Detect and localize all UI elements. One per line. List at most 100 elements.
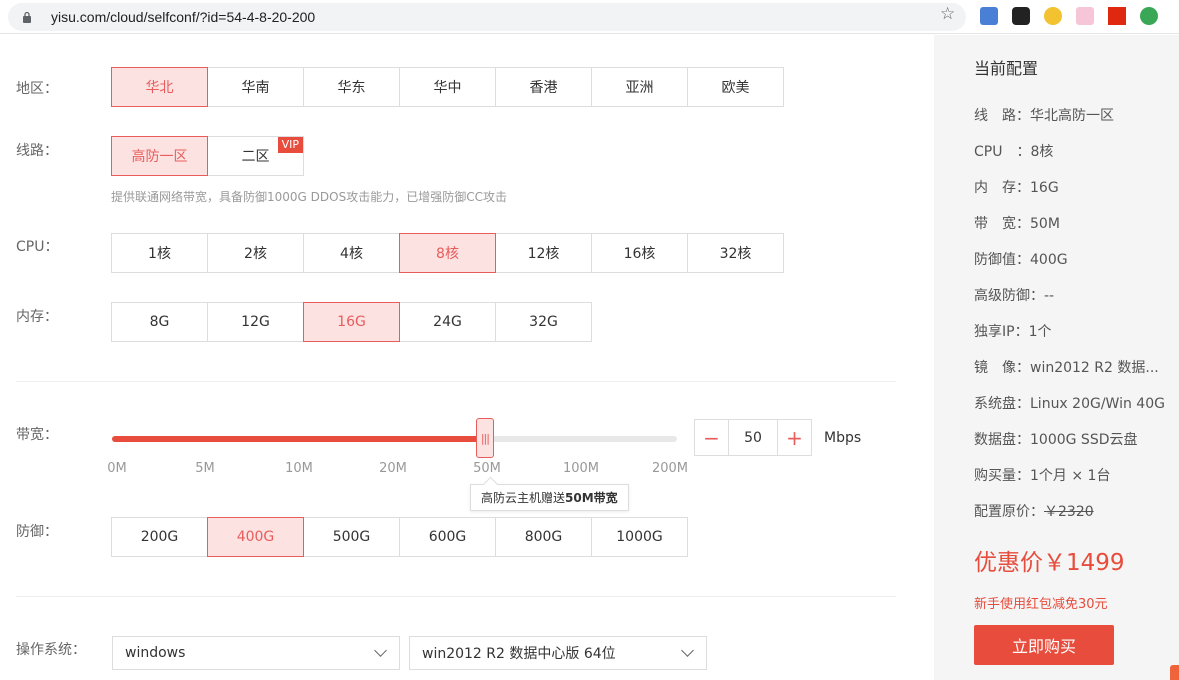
os-label: 操作系统：	[16, 642, 86, 658]
line-option-vip[interactable]: 二区 VIP	[207, 136, 304, 176]
os-type-select[interactable]: windows	[112, 636, 400, 670]
memory-option[interactable]: 24G	[399, 302, 496, 342]
grip-icon: |||	[480, 431, 490, 445]
defense-option[interactable]: 1000G	[591, 517, 688, 557]
summary-row: 线 路：华北高防一区	[974, 105, 1174, 125]
summary-row: 数据盘：1000G SSD云盘	[974, 429, 1174, 449]
region-option[interactable]: 欧美	[687, 67, 784, 107]
extension-icon[interactable]	[1044, 7, 1062, 25]
summary-value: --	[1044, 288, 1055, 304]
slider-tick: 0M	[107, 461, 127, 476]
summary-key: 带 宽：	[974, 216, 1030, 232]
region-option[interactable]: 华北	[111, 67, 208, 107]
memory-option[interactable]: 12G	[207, 302, 304, 342]
os-type-value: windows	[125, 645, 186, 661]
defense-option[interactable]: 500G	[303, 517, 400, 557]
chevron-down-icon	[681, 644, 694, 657]
slider-tick: 50M	[473, 461, 501, 476]
decrement-button[interactable]: −	[694, 419, 729, 456]
summary-row: 系统盘：Linux 20G/Win 40G	[974, 393, 1174, 413]
url-text[interactable]: yisu.com/cloud/selfconf/?id=54-4-8-20-20…	[51, 9, 315, 25]
summary-key: 镜 像：	[974, 360, 1030, 376]
defense-option[interactable]: 600G	[399, 517, 496, 557]
summary-value: Linux 20G/Win 40G	[1030, 396, 1165, 412]
summary-value: 8核	[1030, 144, 1054, 160]
os-version-select[interactable]: win2012 R2 数据中心版 64位	[409, 636, 707, 670]
cpu-option[interactable]: 1核	[111, 233, 208, 273]
summary-key: 高级防御：	[974, 288, 1044, 304]
summary-value: 400G	[1030, 252, 1068, 268]
region-option[interactable]: 亚洲	[591, 67, 688, 107]
bookmark-star-icon[interactable]: ☆	[940, 6, 955, 23]
original-price: ￥2320	[1044, 504, 1094, 520]
lock-icon	[23, 11, 31, 23]
region-options: 华北 华南 华东 华中 香港 亚洲 欧美	[111, 67, 784, 107]
summary-key: 独享IP：	[974, 324, 1029, 340]
summary-row: 防御值：400G	[974, 249, 1174, 269]
defense-options: 200G 400G 500G 600G 800G 1000G	[111, 517, 688, 557]
sale-price-label: 优惠价	[974, 550, 1043, 576]
defense-option[interactable]: 800G	[495, 517, 592, 557]
cpu-options: 1核 2核 4核 8核 12核 16核 32核	[111, 233, 784, 273]
config-form: 地区： 华北 华南 华东 华中 香港 亚洲 欧美 线路： 高防一区 二区 VIP…	[0, 35, 934, 680]
slider-tick: 200M	[651, 461, 689, 476]
divider	[16, 381, 896, 382]
bandwidth-slider-fill	[112, 436, 485, 442]
cpu-option[interactable]: 12核	[495, 233, 592, 273]
translate-extension-icon[interactable]	[980, 7, 998, 25]
address-bar[interactable]: yisu.com/cloud/selfconf/?id=54-4-8-20-20…	[8, 3, 966, 31]
line-label: 线路：	[16, 143, 58, 159]
cpu-option[interactable]: 16核	[591, 233, 688, 273]
extension-icon[interactable]	[1076, 7, 1094, 25]
defense-option[interactable]: 400G	[207, 517, 304, 557]
memory-option[interactable]: 8G	[111, 302, 208, 342]
bandwidth-value-input[interactable]: 50	[729, 419, 777, 456]
increment-button[interactable]: +	[777, 419, 812, 456]
summary-key: 线 路：	[974, 108, 1030, 124]
summary-key: 内 存：	[974, 180, 1030, 196]
slider-tick: 100M	[562, 461, 600, 476]
memory-option[interactable]: 16G	[303, 302, 400, 342]
extension-icon[interactable]	[1012, 7, 1030, 25]
cpu-option[interactable]: 32核	[687, 233, 784, 273]
sale-price: 优惠价￥1499	[974, 543, 1125, 577]
region-option[interactable]: 华中	[399, 67, 496, 107]
tooltip-bold-text: 50M带宽	[565, 491, 618, 505]
summary-key: 防御值：	[974, 252, 1030, 268]
buy-now-button[interactable]: 立即购买	[974, 625, 1114, 665]
line-option[interactable]: 高防一区	[111, 136, 208, 176]
original-price-label: 配置原价：	[974, 504, 1044, 520]
bandwidth-unit: Mbps	[824, 430, 862, 446]
vip-badge: VIP	[277, 137, 303, 153]
summary-key: 购买量：	[974, 468, 1030, 484]
summary-value: 50M	[1030, 216, 1060, 232]
cpu-option[interactable]: 2核	[207, 233, 304, 273]
slider-tick: 10M	[285, 461, 313, 476]
memory-option[interactable]: 32G	[495, 302, 592, 342]
region-option[interactable]: 华东	[303, 67, 400, 107]
summary-value: 1个	[1028, 324, 1052, 340]
memory-options: 8G 12G 16G 24G 32G	[111, 302, 592, 342]
region-option[interactable]: 香港	[495, 67, 592, 107]
memory-label: 内存：	[16, 309, 58, 325]
summary-key: CPU ：	[974, 144, 1031, 160]
flag-extension-icon[interactable]	[1108, 7, 1126, 25]
region-option[interactable]: 华南	[207, 67, 304, 107]
globe-extension-icon[interactable]	[1140, 7, 1158, 25]
cpu-option[interactable]: 4核	[303, 233, 400, 273]
bandwidth-slider-handle[interactable]: |||	[475, 418, 494, 458]
summary-row: CPU ：8核	[974, 141, 1174, 161]
summary-row: 镜 像：win2012 R2 数据...	[974, 357, 1174, 377]
summary-value: 1000G SSD云盘	[1030, 432, 1138, 448]
cpu-label: CPU：	[16, 239, 59, 255]
tooltip-text: 高防云主机赠送	[481, 491, 566, 505]
defense-label: 防御：	[16, 524, 58, 540]
summary-title: 当前配置	[974, 59, 1039, 78]
summary-row: 独享IP：1个	[974, 321, 1174, 341]
floating-widget-icon[interactable]	[1170, 665, 1179, 680]
defense-option[interactable]: 200G	[111, 517, 208, 557]
original-price-row: 配置原价：￥2320	[974, 501, 1174, 521]
summary-value: 1个月 × 1台	[1030, 468, 1111, 484]
summary-value: win2012 R2 数据...	[1030, 360, 1159, 376]
cpu-option[interactable]: 8核	[399, 233, 496, 273]
